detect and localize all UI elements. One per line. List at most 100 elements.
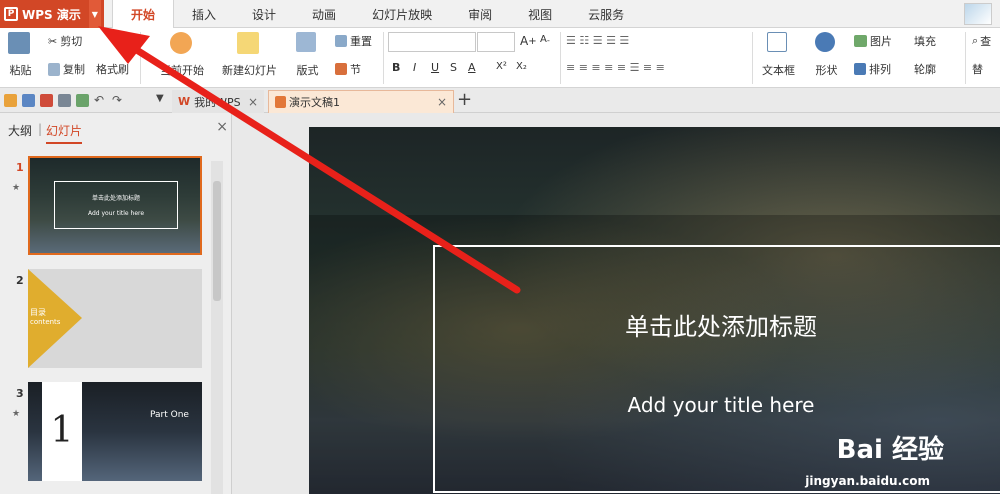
panel-scrollbar[interactable]	[211, 161, 223, 494]
divider	[965, 32, 966, 84]
wps-logo-icon: W	[178, 95, 191, 108]
textbox-button[interactable]: 文本框	[762, 32, 795, 78]
bold-button[interactable]: B	[392, 61, 400, 74]
tab-design[interactable]: 设计	[234, 0, 294, 28]
ribbon-toolbar: 粘贴 ✂ 剪切 复制 格式刷 当前开始 新建幻灯片 版式 重置 节 A + A- B…	[0, 28, 1000, 88]
find-button[interactable]: ⌕ 查	[972, 33, 991, 49]
fill-button[interactable]: 填充	[914, 33, 936, 49]
layout-button[interactable]: 版式	[296, 32, 319, 78]
align-buttons[interactable]: ≡ ≡ ≡ ≡ ≡ ☰ ≡ ≡	[566, 61, 665, 74]
tab-start[interactable]: 开始	[112, 0, 175, 29]
ppt-file-icon	[275, 96, 286, 108]
redo-icon[interactable]: ↷	[112, 93, 125, 107]
thumb-title: 目录	[30, 308, 46, 317]
tab-animation[interactable]: 动画	[294, 0, 354, 28]
close-icon[interactable]: ×	[248, 95, 258, 109]
thumb-title: 单击此处添加标题	[91, 195, 140, 202]
from-current-button[interactable]: 当前开始	[160, 32, 204, 78]
font-name-select[interactable]	[388, 32, 476, 52]
font-color-button[interactable]: A	[468, 61, 476, 74]
picture-button[interactable]: 图片	[854, 33, 892, 49]
copy-icon	[48, 62, 60, 76]
slide-thumbnail-1[interactable]: 单击此处添加标题 Add your title here	[28, 156, 202, 255]
new-tab-button[interactable]: +	[457, 90, 472, 110]
panel-tabs: 大纲 | 幻灯片 ×	[0, 113, 232, 144]
baidu-watermark: Bai 经验	[836, 435, 944, 465]
replace-button[interactable]: 替	[972, 61, 983, 77]
tab-review[interactable]: 审阅	[450, 0, 510, 28]
font-size-select[interactable]	[477, 32, 515, 52]
find-label: 查	[980, 35, 992, 48]
tab-slideshow[interactable]: 幻灯片放映	[354, 0, 450, 28]
divider	[140, 32, 141, 84]
title-bar: P WPS 演示 ▼ 开始 插入 设计 动画 幻灯片放映 审阅 视图 云服务	[0, 0, 1000, 29]
cut-button[interactable]: ✂ 剪切	[48, 33, 82, 49]
cut-label: 剪切	[60, 35, 83, 48]
slide-thumbnail-3[interactable]: 1 Part One	[28, 382, 202, 481]
tab-outline[interactable]: 大纲	[8, 122, 32, 139]
scrollbar-thumb[interactable]	[213, 181, 221, 301]
wps-logo-icon: P	[4, 7, 18, 21]
thumb-title: Part One	[150, 410, 189, 420]
new-slide-button[interactable]: 新建幻灯片	[222, 32, 277, 78]
tab-insert[interactable]: 插入	[174, 0, 234, 28]
shadow-button[interactable]: S	[450, 61, 457, 74]
grow-font-button[interactable]: A +	[520, 34, 537, 48]
outline-label: 轮廓	[914, 63, 936, 76]
format-painter-button[interactable]: 格式刷	[96, 61, 129, 77]
picture-label: 图片	[870, 35, 892, 48]
slide-thumbnail-2[interactable]: 目录 contents	[28, 269, 202, 368]
fill-label: 填充	[914, 35, 936, 48]
slide-title[interactable]: 单击此处添加标题	[433, 307, 1000, 342]
tab-my-wps[interactable]: W 我的WPS ×	[172, 90, 264, 113]
replace-label: 替	[972, 63, 983, 76]
animation-star-icon: ★	[12, 183, 21, 193]
save-icon[interactable]	[22, 94, 35, 107]
paste-icon	[8, 32, 30, 54]
copy-button[interactable]: 复制	[48, 61, 85, 77]
app-name: WPS 演示	[22, 7, 81, 22]
open-icon[interactable]	[4, 94, 17, 107]
chevron-down-icon[interactable]: ▼	[88, 0, 101, 28]
italic-button[interactable]: I	[413, 61, 416, 74]
tab-document[interactable]: 演示文稿1 ×	[268, 90, 454, 113]
pdf-icon[interactable]	[40, 94, 53, 107]
thumb-frame	[54, 181, 178, 229]
tab-cloud[interactable]: 云服务	[570, 0, 642, 28]
from-current-label: 当前开始	[160, 64, 204, 77]
underline-button[interactable]: U	[431, 61, 439, 74]
textbox-icon	[767, 32, 787, 52]
shrink-font-button[interactable]: A-	[540, 34, 550, 45]
paste-label: 粘贴	[9, 64, 32, 77]
arrange-button[interactable]: 排列	[854, 61, 891, 77]
avatar[interactable]	[964, 3, 992, 25]
divider: |	[38, 122, 43, 136]
slide-number: 2	[16, 274, 24, 287]
outline-button[interactable]: 轮廓	[914, 61, 936, 77]
subscript-button[interactable]: X₂	[516, 61, 527, 72]
tab-label: 我的WPS	[194, 95, 241, 109]
preview-icon[interactable]	[76, 94, 89, 107]
tab-slides[interactable]: 幻灯片	[46, 122, 83, 144]
shape-button[interactable]: 形状	[815, 32, 838, 78]
section-button[interactable]: 节	[335, 61, 361, 77]
chevron-down-icon[interactable]: ▼	[156, 93, 169, 106]
close-icon[interactable]: ×	[216, 119, 228, 135]
print-icon[interactable]	[58, 94, 71, 107]
app-menu-button[interactable]: P WPS 演示 ▼	[0, 0, 104, 28]
bullets-button[interactable]: ☰ ☷ ☰ ☰ ☰	[566, 34, 629, 47]
close-icon[interactable]: ×	[437, 95, 447, 109]
format-painter-label: 格式刷	[96, 63, 129, 76]
tab-view[interactable]: 视图	[510, 0, 570, 28]
undo-icon[interactable]: ↶	[94, 93, 107, 107]
paste-button[interactable]: 粘贴	[8, 32, 33, 78]
superscript-button[interactable]: X²	[496, 61, 507, 72]
reset-icon	[335, 35, 347, 47]
shape-icon	[815, 32, 835, 52]
section-icon	[335, 63, 347, 75]
arrange-label: 排列	[869, 63, 891, 76]
main-menu: 开始 插入 设计 动画 幻灯片放映 审阅 视图 云服务	[112, 0, 642, 29]
reset-button[interactable]: 重置	[335, 33, 372, 49]
layout-icon	[296, 32, 316, 52]
slide-subtitle[interactable]: Add your title here	[433, 393, 1000, 417]
